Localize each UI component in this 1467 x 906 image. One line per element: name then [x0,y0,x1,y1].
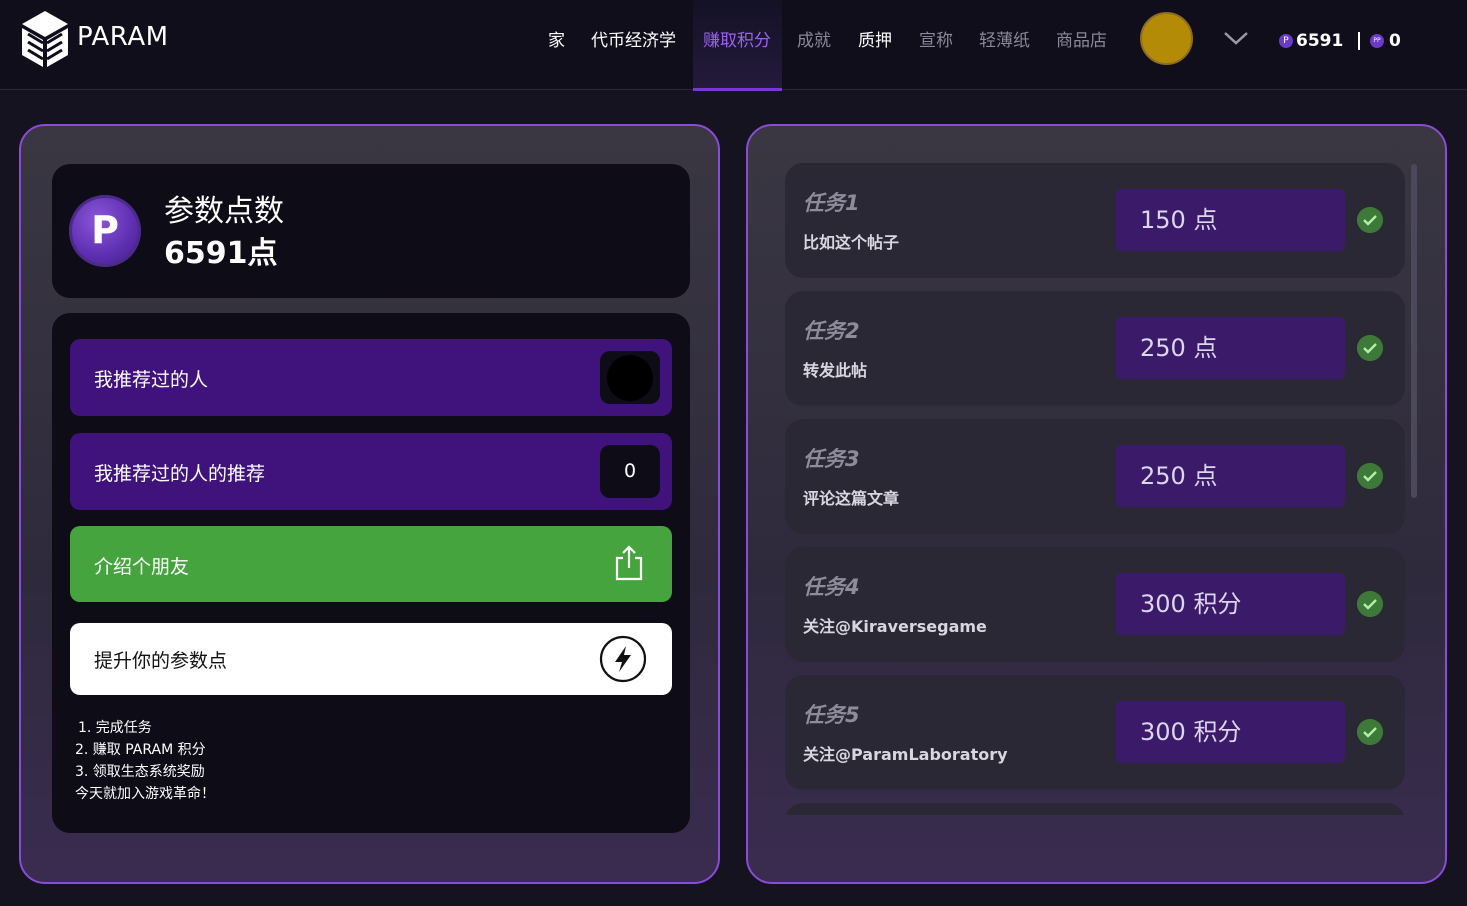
points-title: 参数点数 [164,194,284,229]
step-item: 3. 领取生态系统奖励 [75,764,205,780]
task-title: 任务3 [803,447,860,471]
tasks-list[interactable]: 任务1 比如这个帖子 150 点 任务2 转发此帖 250 点 任务3 评论这篇… [785,163,1407,815]
points-summary-card: P 参数点数 6591点 [52,164,690,298]
second-level-referrals-label: 我推荐过的人的推荐 [94,463,266,485]
task-points-badge: 250 点 [1116,317,1345,379]
second-level-referrals-count: 0 [600,445,660,498]
task-title: 任务1 [803,191,860,215]
check-icon [1357,463,1383,489]
lightning-bolt-icon [599,635,647,683]
param-coin-letter: P [91,208,119,252]
header-pp-balance: 0 [1389,31,1401,51]
top-nav-bar: PARAM 家 代币经济学 赚取积分 成就 质押 宣称 轻薄纸 商品店 P 65… [0,0,1467,91]
task-title: 任务2 [803,319,860,343]
loading-dot-icon [607,355,653,401]
referral-card: 我推荐过的人 我推荐过的人的推荐 0 介绍个朋友 提升你的参数点 1. 完成任务… [52,313,690,833]
task-card[interactable]: 任务1 比如这个帖子 150 点 [785,163,1405,278]
referred-users-label: 我推荐过的人 [94,369,209,391]
invite-friend-button[interactable]: 介绍个朋友 [70,526,672,602]
task-description: 转发此帖 [803,361,868,380]
nav-claim[interactable]: 宣称 [919,26,953,51]
second-level-referrals-row[interactable]: 我推荐过的人的推荐 0 [70,433,672,510]
step-item: 2. 赚取 PARAM 积分 [75,742,206,758]
check-icon [1357,335,1383,361]
task-description: 比如这个帖子 [803,233,900,252]
earn-steps-list: 1. 完成任务 2. 赚取 PARAM 积分 3. 领取生态系统奖励 今天就加入… [75,717,215,805]
nav-home[interactable]: 家 [548,26,565,51]
task-card[interactable]: 任务4 关注@Kiraversegame 300 积分 [785,547,1405,662]
boost-points-label: 提升你的参数点 [94,650,228,672]
points-coin-icon: P [1279,34,1293,48]
task-description: 关注@ParamLaboratory [803,745,1008,764]
nav-tokenomics[interactable]: 代币经济学 [591,26,676,51]
nav-staking[interactable]: 质押 [858,26,892,51]
referred-users-count [600,351,660,404]
task-points-badge: 300 积分 [1116,701,1345,763]
tasks-scrollbar[interactable] [1411,164,1417,498]
user-avatar[interactable] [1140,12,1193,65]
task-card[interactable]: 任务2 转发此帖 250 点 [785,291,1405,406]
task-description: 评论这篇文章 [803,489,900,508]
task-description: 关注@Kiraversegame [803,617,987,636]
task-card[interactable]: 任务5 关注@ParamLaboratory 300 积分 [785,675,1405,790]
points-panel: P 参数点数 6591点 我推荐过的人 我推荐过的人的推荐 0 介绍个朋友 提升… [19,124,720,884]
referred-users-row[interactable]: 我推荐过的人 [70,339,672,416]
check-icon [1357,719,1383,745]
task-points-badge: 300 积分 [1116,573,1345,635]
step-item: 1. 完成任务 [78,720,152,736]
nav-whitepaper[interactable]: 轻薄纸 [979,26,1030,51]
share-icon [615,545,643,581]
invite-friend-label: 介绍个朋友 [94,556,190,578]
tasks-panel: 任务1 比如这个帖子 150 点 任务2 转发此帖 250 点 任务3 评论这篇… [746,124,1447,884]
task-title: 任务4 [803,575,860,599]
task-card-partial[interactable] [785,803,1405,815]
task-title: 任务5 [803,703,860,727]
check-icon [1357,207,1383,233]
points-value: 6591点 [164,236,278,271]
header-points-balance: 6591 [1296,31,1344,51]
task-points-badge: 250 点 [1116,445,1345,507]
step-item: 今天就加入游戏革命！ [75,786,215,802]
check-icon [1357,591,1383,617]
nav-merch-store[interactable]: 商品店 [1056,26,1107,51]
chevron-down-icon[interactable] [1222,28,1250,48]
task-card[interactable]: 任务3 评论这篇文章 250 点 [785,419,1405,534]
boost-points-button[interactable]: 提升你的参数点 [70,623,672,695]
task-points-badge: 150 点 [1116,189,1345,251]
param-coin-icon: P [69,195,141,267]
balance-divider [1358,32,1360,50]
nav-earn-points[interactable]: 赚取积分 [703,26,771,51]
param-logo-icon[interactable] [18,9,72,69]
brand-name[interactable]: PARAM [77,22,169,52]
pp-coin-icon: PP [1370,34,1384,48]
nav-achievements[interactable]: 成就 [797,26,831,51]
